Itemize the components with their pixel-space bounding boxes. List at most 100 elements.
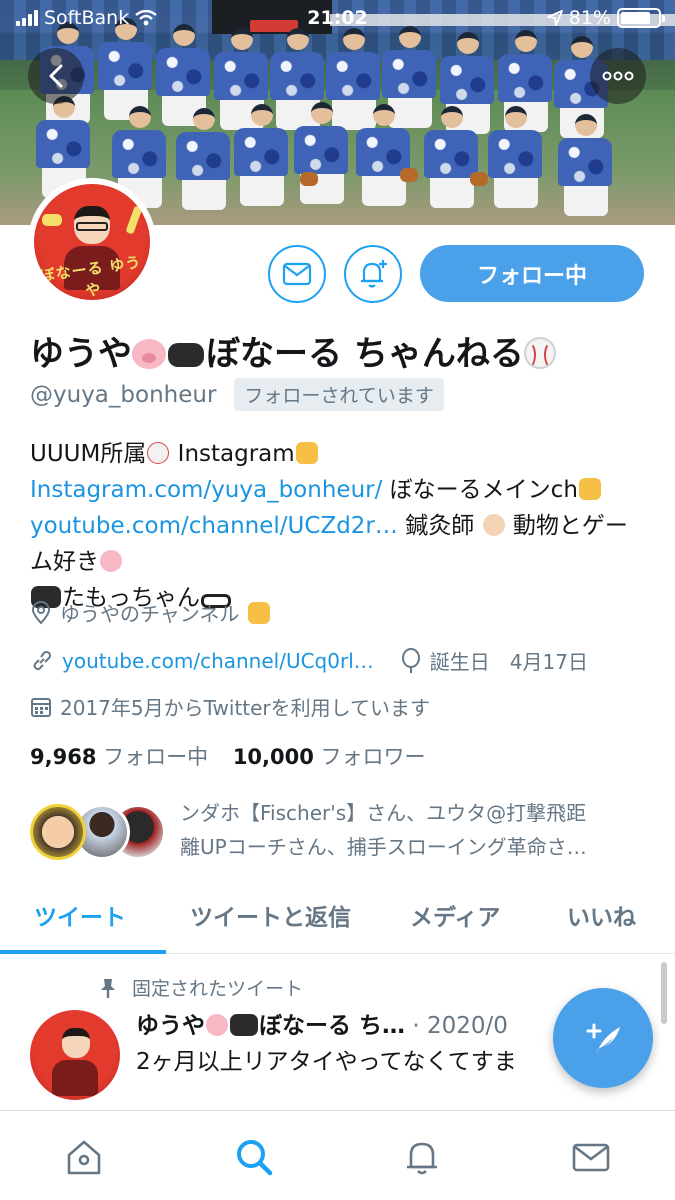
birthday-value: 4月17日 [509,650,588,674]
handle-row: @yuya_bonheur フォローされています [30,378,444,411]
avatar-text: ぼなーる ゆうや [38,253,143,300]
profile-tabs: ツイート ツイートと返信 メディア いいね [0,882,675,954]
tweet-author-part2: ぼなーる ち… [259,1013,406,1039]
display-name: ゆうや ぼなーる ちゃんねる [30,326,556,375]
battery-icon [617,8,665,28]
pig-emoji-icon [132,339,166,369]
player [488,106,544,208]
player [558,114,614,216]
link-icon [33,650,52,670]
bio-link-instagram[interactable]: Instagram.com/yuya_bonheur/ [30,477,382,503]
known-followers[interactable]: ンダホ【Fischer's】さん、ユウタ@打撃飛距 離UPコーチさん、捕手スロー… [30,796,650,866]
avatar-gamepad [42,214,62,226]
joined-text: 2017年5月からTwitterを利用しています [60,696,431,720]
display-name-part1: ゆうや [30,334,132,374]
envelope-icon [282,262,312,286]
link-row: youtube.com/channel/UCq0rl… 誕生日 4月17日 [30,646,588,675]
avatar [30,804,86,860]
location-row: ゆうやのチャンネル [30,598,271,627]
avatar-image: ぼなーる ゆうや [34,184,150,300]
message-button[interactable] [268,245,326,303]
search-icon [237,1140,273,1176]
avatar-face [62,1028,90,1058]
player [176,108,232,210]
profile-avatar[interactable]: ぼなーる ゆうや [28,178,156,306]
status-bar: SoftBank 21:02 81% [0,0,675,40]
bio-link-youtube[interactable]: youtube.com/channel/UCZd2r… [30,513,398,539]
known-followers-line2: 離UPコーチさん、捕手スローイング革命さ… [180,835,587,859]
compose-feather-icon [586,1023,620,1055]
followers-count: 10,000 [232,745,314,769]
follows-you-badge: フォローされています [234,378,444,411]
tweet-author-part1: ゆうや [136,1013,205,1039]
avatar-body [52,1060,98,1096]
pig-emoji-icon [100,550,122,572]
location-arrow-icon [546,10,563,26]
pin-icon [101,978,115,998]
known-followers-text: ンダホ【Fischer's】さん、ユウタ@打撃飛距 離UPコーチさん、捕手スロー… [180,796,650,864]
doctor-emoji-icon [482,514,505,536]
active-tab-indicator [0,950,166,954]
gamepad-emoji-icon [230,1014,258,1036]
nav-notifications[interactable] [400,1135,444,1179]
location-pin-icon [31,600,51,625]
pinned-label: 固定されたツイート [98,974,303,1001]
following-button[interactable]: フォロー中 [420,245,644,302]
player [234,104,290,206]
notification-button[interactable] [344,245,402,303]
bell-plus-icon [361,260,387,288]
tab-media[interactable]: メディア [410,898,500,932]
calendar-icon [31,697,51,717]
nav-messages[interactable] [569,1135,613,1179]
tweet-avatar[interactable] [30,1010,120,1100]
bottom-navigation [0,1110,675,1200]
bio-text-3: ぼなーるメインch [382,477,578,503]
pointing-hand-emoji-icon [248,601,271,624]
bio-text-4: 鍼灸師 [397,513,475,539]
mail-icon [572,1143,610,1172]
profile-url-link[interactable]: youtube.com/channel/UCq0rl… [62,649,374,673]
tweet-header[interactable]: ゆうや ぼなーる ち… · 2020/0 [136,1006,561,1040]
player [356,104,412,206]
battery-percent: 81% [568,7,611,29]
back-button[interactable] [28,48,84,104]
following-link[interactable]: 9,968 フォロー中 [30,745,208,769]
tab-likes[interactable]: いいね [567,898,636,932]
known-followers-line1: ンダホ【Fischer's】さん、ユウタ@打撃飛距 [180,801,587,825]
following-label: フォロー中 [103,745,209,769]
following-count: 9,968 [30,745,97,769]
player [294,102,350,204]
scrollbar[interactable] [661,962,667,1024]
balloon-icon [401,647,420,673]
location-text: ゆうやのチャンネル [60,602,240,626]
follow-counts: 9,968 フォロー中 10,000 フォロワー [30,741,426,771]
more-button[interactable] [590,48,646,104]
player [424,106,480,208]
more-icon [602,71,634,81]
tab-tweets-and-replies[interactable]: ツイートと返信 [190,898,351,932]
birthday-label: 誕生日 [429,650,490,674]
bio-text-2: Instagram [170,441,295,467]
display-name-part2: ぼなーる ちゃんねる [206,334,524,374]
status-right: 81% [546,7,665,29]
battery-fill [621,12,651,24]
back-arrow-icon [49,64,63,88]
nav-search[interactable] [232,1135,276,1179]
avatar-glasses [76,222,108,231]
joined-row: 2017年5月からTwitterを利用しています [30,692,430,721]
tab-tweets[interactable]: ツイート [34,898,126,932]
baseball-glove [400,168,418,182]
baseball-emoji-icon [523,337,556,369]
user-handle: @yuya_bonheur [30,381,217,408]
pinned-text: 固定されたツイート [132,978,304,1000]
avatar-bat [125,205,143,235]
bio-text-1: UUUM所属 [30,441,147,467]
followers-label: フォロワー [320,745,426,769]
baseball-emoji-icon [147,442,170,464]
nav-home[interactable] [62,1135,106,1179]
compose-tweet-button[interactable] [553,988,653,1088]
followers-link[interactable]: 10,000 フォロワー [233,745,426,769]
bell-icon [407,1142,437,1175]
gamepad-emoji-icon [168,343,204,367]
tweet-text[interactable]: 2ヶ月以上リアタイやってなくてすま [136,1042,561,1076]
